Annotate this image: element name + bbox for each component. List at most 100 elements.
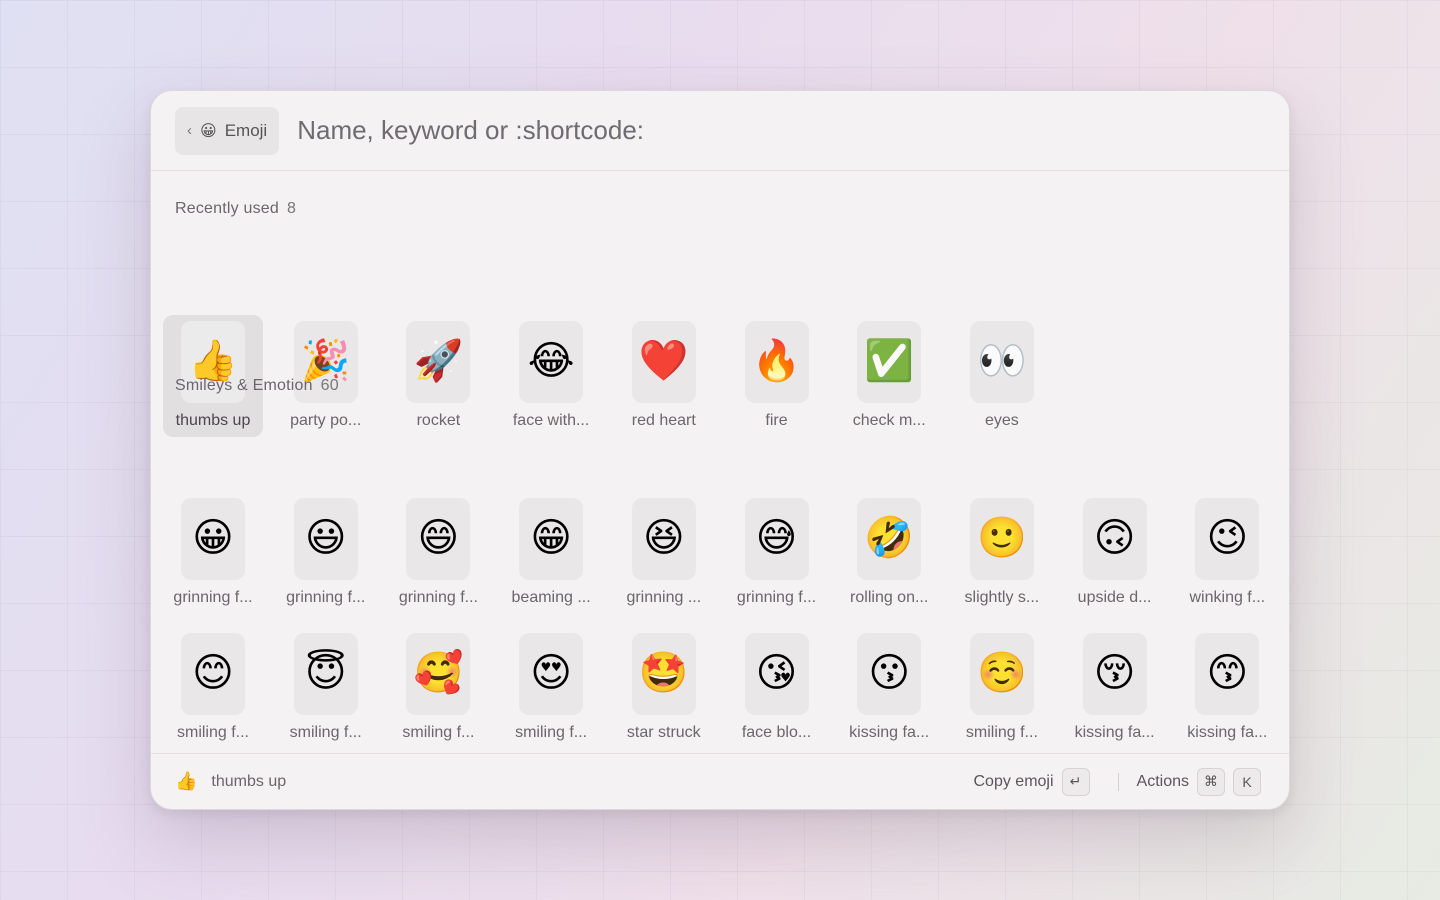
section-title-recently-used: Recently used 8 <box>175 200 296 218</box>
emoji-tile-label: star struck <box>626 724 701 741</box>
emoji-glyph-icon: 😇 <box>304 650 347 696</box>
emoji-tile-label: grinning f... <box>173 589 253 606</box>
emoji-picker-window: ‹ 😀 Emoji Recently used8 👍thumbs up🎉part… <box>150 90 1290 810</box>
emoji-tile-label: beaming ... <box>511 589 591 606</box>
emoji-tile[interactable]: 🚀 rocket <box>388 315 488 437</box>
emoji-tile[interactable]: 😂 face with... <box>501 315 601 437</box>
emoji-tile[interactable]: ✅ check m... <box>839 315 939 437</box>
emoji-tile-label: fire <box>765 412 788 429</box>
footer-bar: 👍 thumbs up Copy emoji ↵ Actions ⌘ K <box>151 753 1289 809</box>
emoji-tile-label: kissing fa... <box>1074 724 1155 741</box>
emoji-grid-area[interactable]: Recently used 8 👍 thumbs up 🎉 party po... 🚀 ro… <box>151 172 1289 753</box>
emoji-tile-label: grinning ... <box>626 589 702 606</box>
emoji-glyph-icon: 😅 <box>755 515 798 561</box>
emoji-tile[interactable]: 😃 grinning f... <box>276 492 376 614</box>
emoji-glyph-icon: ✅ <box>864 338 915 384</box>
emoji-tile-label: smiling f... <box>515 724 588 741</box>
back-button[interactable]: ‹ 😀 Emoji <box>175 106 280 155</box>
emoji-tile-label: thumbs up <box>175 412 251 429</box>
emoji-tile[interactable]: 😅 grinning f... <box>727 492 827 614</box>
emoji-glyph-icon: 🙃 <box>1093 515 1136 561</box>
section-title-label: Smileys & Emotion <box>175 377 313 394</box>
emoji-tile-label: rocket <box>416 412 461 429</box>
emoji-tile[interactable]: 😙 kissing fa... <box>1177 627 1277 749</box>
emoji-glyph-icon: 🙂 <box>976 515 1027 561</box>
emoji-tile[interactable]: 😊 smiling f... <box>163 627 263 749</box>
emoji-tile[interactable]: 😘 face blo... <box>727 627 827 749</box>
emoji-glyph-icon: 😃 <box>304 515 347 561</box>
k-key-icon: K <box>1233 767 1261 796</box>
emoji-glyph-icon: ☺️ <box>976 650 1027 696</box>
emoji-glyph-icon: 😍 <box>530 650 572 696</box>
emoji-tile[interactable]: 😉 winking f... <box>1177 492 1277 614</box>
emoji-glyph-icon: 🚀 <box>413 338 464 384</box>
grinning-face-icon: 😀 <box>200 121 217 140</box>
emoji-tile-label: party po... <box>290 412 362 429</box>
emoji-glyph-icon: 😁 <box>530 515 572 561</box>
emoji-tile[interactable]: ☺️ smiling f... <box>952 627 1052 749</box>
emoji-tile-label: kissing fa... <box>849 724 930 741</box>
emoji-tile-label: check m... <box>852 412 926 429</box>
emoji-tile[interactable]: 👍 thumbs up <box>163 315 263 437</box>
emoji-glyph-icon: 👀 <box>976 338 1027 384</box>
emoji-tile[interactable]: 😆 grinning ... <box>614 492 714 614</box>
emoji-glyph-icon: 😘 <box>755 650 798 696</box>
emoji-tile[interactable]: 👀 eyes <box>952 315 1052 437</box>
emoji-tile[interactable]: 🙃 upside d... <box>1065 492 1165 614</box>
emoji-tile-label: smiling f... <box>965 724 1038 741</box>
selected-emoji-icon: 👍 <box>175 771 198 792</box>
actions-button[interactable]: Actions <box>1137 773 1189 791</box>
emoji-tile-label: face blo... <box>741 724 812 741</box>
emoji-glyph-icon: 😆 <box>642 515 685 561</box>
emoji-tile-label: grinning f... <box>398 589 478 606</box>
emoji-tile[interactable]: 😚 kissing fa... <box>1065 627 1165 749</box>
emoji-tile-label: red heart <box>631 412 696 429</box>
emoji-tile[interactable]: 😍 smiling f... <box>501 627 601 749</box>
emoji-tile-label: grinning f... <box>736 589 817 606</box>
emoji-tile-label: smiling f... <box>289 724 362 741</box>
emoji-glyph-icon: 😊 <box>192 650 234 696</box>
back-button-label: Emoji <box>224 120 268 140</box>
emoji-glyph-icon: 🔥 <box>751 338 802 384</box>
emoji-tile[interactable]: 🙂 slightly s... <box>952 492 1052 614</box>
emoji-glyph-icon: 😉 <box>1206 515 1249 561</box>
emoji-tile[interactable]: 🤩 star struck <box>614 627 714 749</box>
emoji-tile-label: grinning f... <box>286 589 366 606</box>
emoji-glyph-icon: 😗 <box>868 650 911 696</box>
section-title-label: Recently used <box>175 200 279 217</box>
emoji-glyph-icon: ❤️ <box>638 338 689 384</box>
selected-emoji-label: thumbs up <box>211 772 287 790</box>
emoji-tile-label: eyes <box>984 412 1019 429</box>
section-count: 60 <box>320 377 339 394</box>
emoji-tile-label: smiling f... <box>402 724 475 741</box>
section-count: 8 <box>287 200 297 217</box>
emoji-tile[interactable]: 😀 grinning f... <box>163 492 263 614</box>
emoji-tile-label: smiling f... <box>176 724 249 741</box>
emoji-tile[interactable]: 🥰 smiling f... <box>388 627 488 749</box>
emoji-glyph-icon: 🤣 <box>864 515 915 561</box>
emoji-tile[interactable]: 🎉 party po... <box>276 315 376 437</box>
emoji-tile[interactable]: 🤣 rolling on... <box>839 492 939 614</box>
footer-divider <box>1117 772 1119 791</box>
command-key-icon: ⌘ <box>1197 767 1225 796</box>
emoji-tile[interactable]: 😁 beaming ... <box>501 492 601 614</box>
emoji-tile-label: kissing fa... <box>1187 724 1268 741</box>
emoji-tile[interactable]: 😇 smiling f... <box>276 627 376 749</box>
emoji-tile-label: rolling on... <box>850 589 929 606</box>
emoji-tile[interactable]: 😗 kissing fa... <box>839 627 939 749</box>
chevron-left-icon: ‹ <box>187 122 192 139</box>
emoji-tile[interactable]: 😄 grinning f... <box>388 492 488 614</box>
copy-emoji-button[interactable]: Copy emoji <box>974 773 1054 791</box>
header: ‹ 😀 Emoji <box>151 91 1289 171</box>
emoji-glyph-icon: 🤩 <box>638 650 689 696</box>
emoji-glyph-icon: 😙 <box>1206 650 1249 696</box>
search-input[interactable] <box>297 115 998 146</box>
emoji-glyph-icon: 😄 <box>417 515 460 561</box>
section-title-smileys-emotion: Smileys & Emotion 60 <box>175 377 339 395</box>
enter-key-icon: ↵ <box>1061 767 1090 796</box>
emoji-tile-label: upside d... <box>1077 589 1152 606</box>
emoji-tile-label: slightly s... <box>964 589 1040 606</box>
emoji-tile[interactable]: ❤️ red heart <box>614 315 714 437</box>
emoji-tile[interactable]: 🔥 fire <box>727 315 827 437</box>
emoji-tile-label: winking f... <box>1189 589 1266 606</box>
